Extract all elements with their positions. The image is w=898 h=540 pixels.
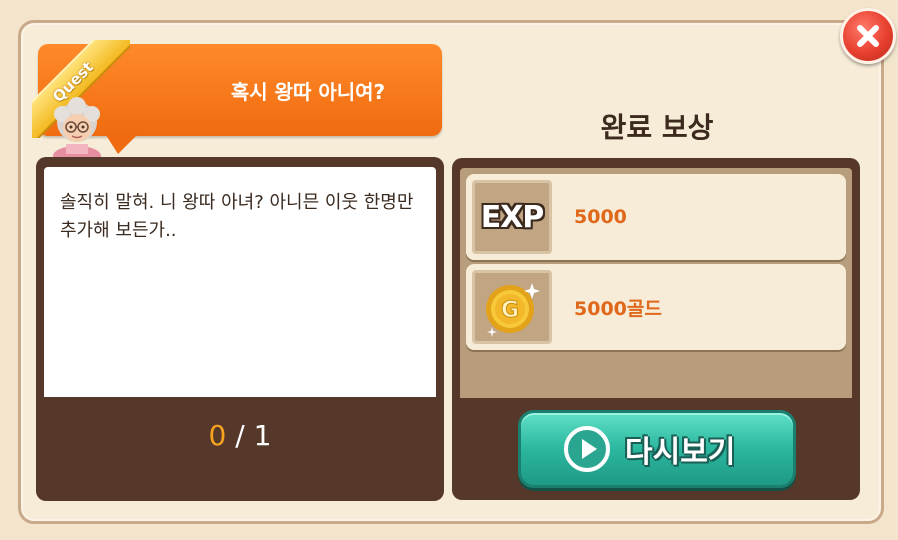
- progress-total: 1: [253, 419, 272, 452]
- grandma-avatar-icon: [53, 97, 101, 160]
- coin-graphic: G: [486, 283, 540, 337]
- reward-item-gold: G 5000골드: [466, 264, 846, 350]
- quest-description: 솔직히 말혀. 니 왕따 아녀? 아니믄 이웃 한명만 추가해 보든가..: [60, 192, 414, 241]
- exp-icon: EXP: [472, 180, 552, 254]
- quest-title: 혹시 왕따 아니여?: [230, 79, 386, 104]
- progress-current: 0: [208, 419, 227, 452]
- gold-coin-icon: G: [472, 270, 552, 344]
- close-icon: [857, 25, 879, 47]
- quest-description-panel: 솔직히 말혀. 니 왕따 아녀? 아니믄 이웃 한명만 추가해 보든가.. 0 …: [36, 157, 444, 501]
- replay-button[interactable]: 다시보기: [518, 410, 796, 488]
- close-button[interactable]: [840, 8, 896, 64]
- replay-button-label: 다시보기: [625, 435, 736, 470]
- reward-title: 완료 보상: [600, 111, 714, 144]
- reward-list: EXP 5000 G 5000골드: [460, 168, 852, 398]
- progress-separator: /: [226, 419, 254, 452]
- reward-value-gold: 5000골드: [574, 297, 662, 320]
- reward-value-exp: 5000: [574, 206, 627, 228]
- reward-item-exp: EXP 5000: [466, 174, 846, 260]
- play-icon: [564, 426, 610, 472]
- description-area: 솔직히 말혀. 니 왕따 아녀? 아니믄 이웃 한명만 추가해 보든가..: [44, 167, 436, 397]
- quest-progress: 0 / 1: [36, 419, 444, 452]
- coin-letter: G: [501, 298, 519, 323]
- exp-icon-label: EXP: [480, 199, 545, 235]
